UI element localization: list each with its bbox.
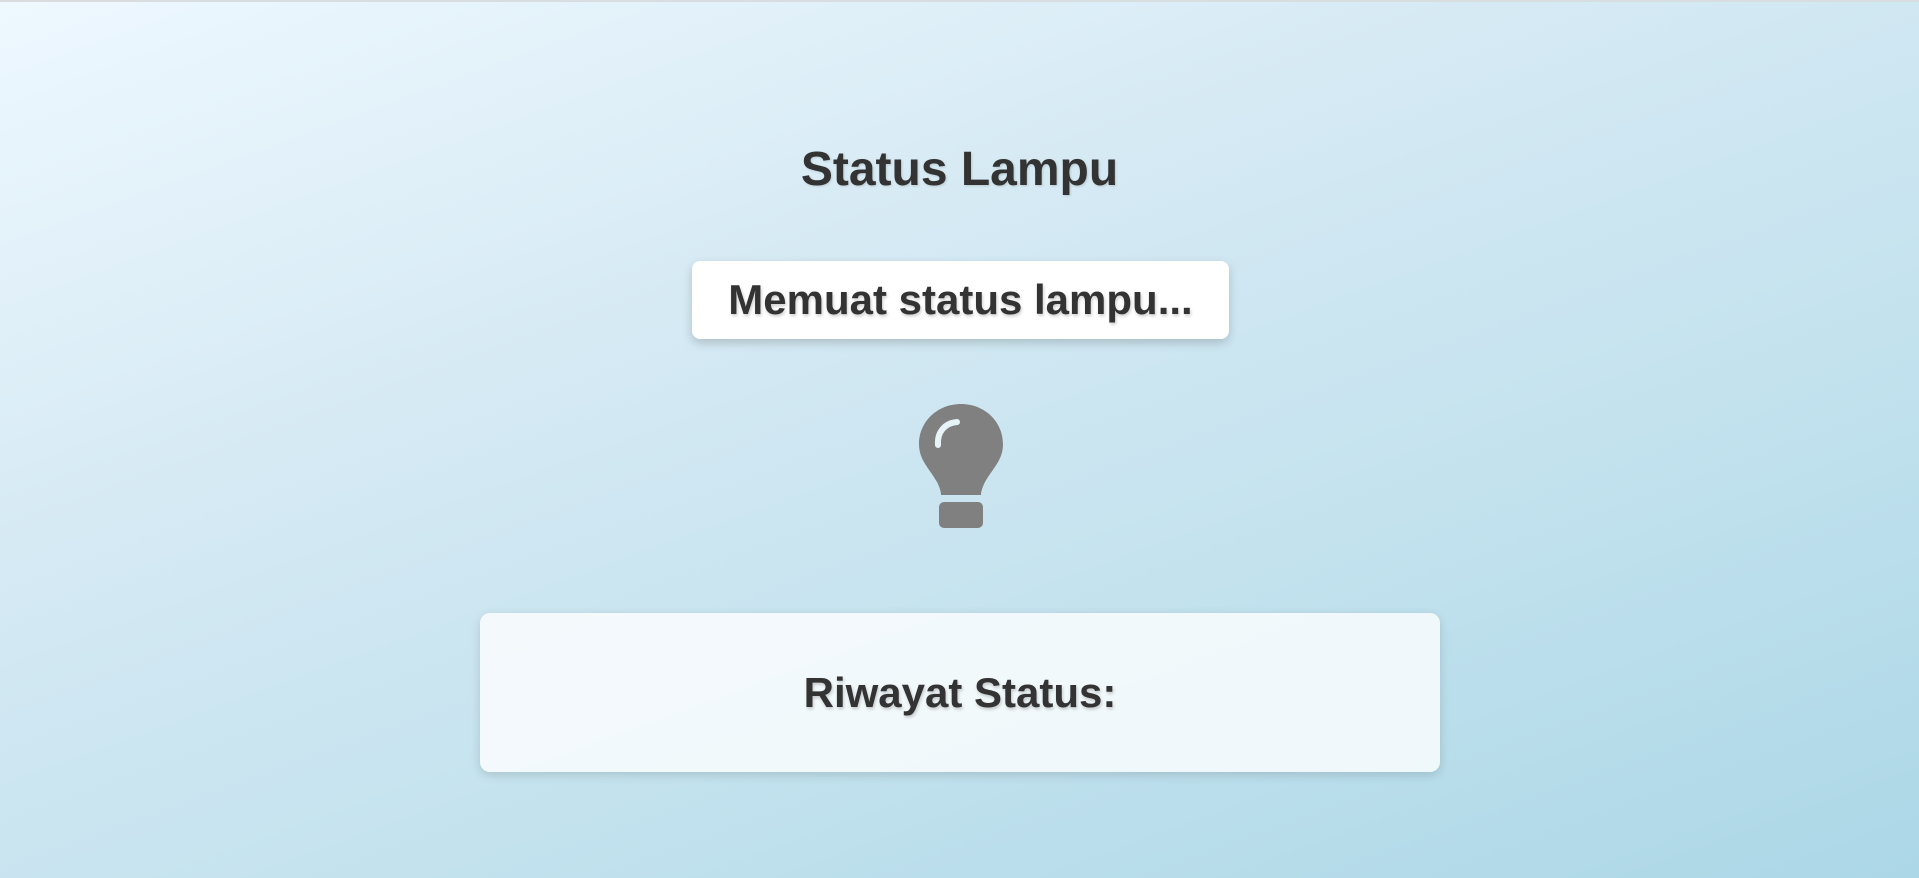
bulb-base xyxy=(939,502,983,528)
top-divider xyxy=(0,0,1919,2)
lightbulb-icon xyxy=(919,404,1003,528)
bulb-glass xyxy=(919,404,1003,495)
status-message: Memuat status lampu... xyxy=(728,276,1193,323)
status-box: Memuat status lampu... xyxy=(692,261,1229,339)
page-title: Status Lampu xyxy=(800,143,1119,196)
history-title: Riwayat Status: xyxy=(803,668,1117,716)
history-card: Riwayat Status: xyxy=(480,613,1440,772)
